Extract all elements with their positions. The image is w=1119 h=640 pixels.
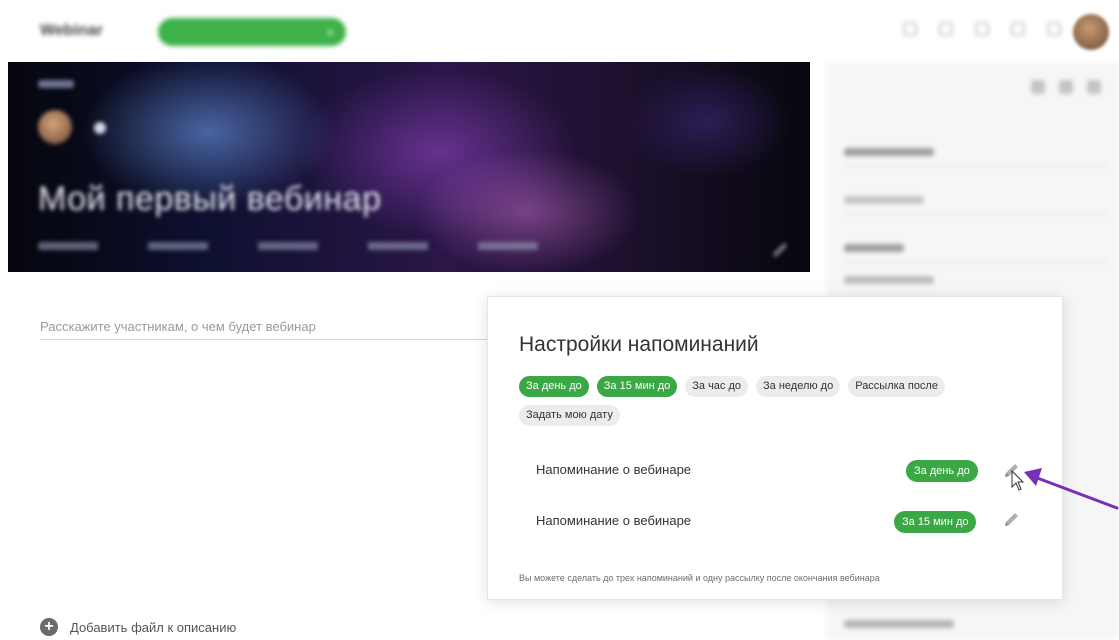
- sidebar-icons: [1031, 80, 1101, 94]
- reminder-settings-popup: Настройки напоминаний За день до За 15 м…: [487, 296, 1063, 600]
- sidebar-select-1[interactable]: [844, 140, 1106, 166]
- grid-icon[interactable]: [1011, 22, 1025, 36]
- calendar-icon[interactable]: [903, 22, 917, 36]
- user-avatar[interactable]: [1073, 14, 1109, 50]
- add-file-label: Добавить файл к описанию: [70, 619, 237, 635]
- reminder-row[interactable]: Напоминание о вебинаре За 15 мин до: [536, 508, 1018, 536]
- plus-icon: +: [325, 24, 334, 40]
- chip-day-before[interactable]: За день до: [519, 376, 589, 397]
- add-file-button[interactable]: + Добавить файл к описанию: [40, 618, 236, 636]
- reminder-badge: За день до: [906, 460, 978, 482]
- app-logo[interactable]: Webinar: [40, 22, 103, 40]
- chip-hour-before[interactable]: За час до: [685, 376, 749, 397]
- arrow-annotation: [1024, 468, 1119, 510]
- sidebar-select-2[interactable]: [844, 236, 1106, 262]
- banner-edit-icon[interactable]: [772, 242, 788, 258]
- globe-icon[interactable]: [1031, 80, 1045, 94]
- host-status-icon: [94, 122, 106, 134]
- banner-breadcrumb: [38, 80, 74, 88]
- chip-15-min-before[interactable]: За 15 мин до: [596, 376, 678, 397]
- chip-week-before[interactable]: За неделю до: [756, 376, 841, 397]
- description-input[interactable]: Расскажите участникам, о чем будет вебин…: [40, 318, 510, 340]
- reminder-row[interactable]: Напоминание о вебинаре За день до: [536, 457, 1018, 485]
- popup-title: Настройки напоминаний: [519, 333, 759, 356]
- chip-mailing-after[interactable]: Рассылка после: [848, 376, 945, 397]
- webinar-meta: [38, 242, 538, 250]
- reminder-label: Напоминание о вебинаре: [536, 462, 692, 477]
- reminder-note: Вы можете сделать до трех напоминаний и …: [519, 573, 880, 583]
- reminder-chips: За день до За 15 мин до За час до За нед…: [519, 376, 1019, 426]
- create-webinar-button[interactable]: +: [158, 18, 346, 46]
- sidebar-input-1[interactable]: [844, 188, 1106, 214]
- top-icons: [903, 22, 1061, 36]
- top-bar: Webinar +: [0, 0, 1119, 62]
- reminder-badge: За 15 мин до: [894, 511, 977, 533]
- webinar-title: Мой первый вебинар: [38, 180, 382, 218]
- flag-icon[interactable]: [1047, 22, 1061, 36]
- banner-content: Мой первый вебинар: [8, 62, 810, 272]
- sidebar-label: [844, 268, 1106, 294]
- document-icon[interactable]: [1087, 80, 1101, 94]
- plus-circle-icon: +: [40, 618, 58, 636]
- reminder-label: Напоминание о вебинаре: [536, 513, 692, 528]
- user-icon[interactable]: [1059, 80, 1073, 94]
- search-icon[interactable]: [975, 22, 989, 36]
- webinar-banner: Мой первый вебинар: [8, 62, 810, 272]
- host-avatar: [38, 110, 72, 144]
- tools-icon[interactable]: [939, 22, 953, 36]
- chip-custom-date[interactable]: Задать мою дату: [519, 405, 620, 426]
- sidebar-bottom-item[interactable]: [844, 612, 1106, 638]
